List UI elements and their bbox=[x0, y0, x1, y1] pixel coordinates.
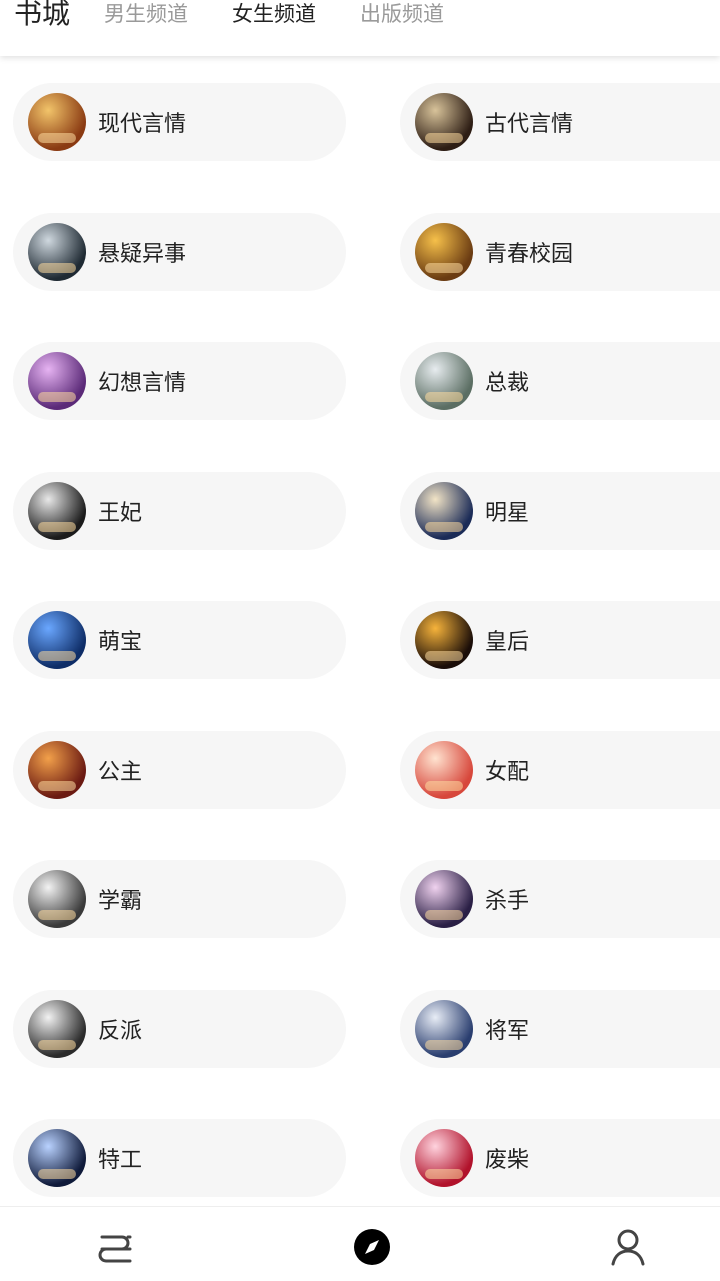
profile-icon[interactable] bbox=[606, 1225, 650, 1269]
book-cover-thumbnail bbox=[28, 1129, 86, 1187]
category-card[interactable]: 悬疑异事 bbox=[13, 212, 346, 291]
book-cover-thumbnail bbox=[415, 352, 473, 410]
book-cover-thumbnail bbox=[28, 740, 86, 799]
category-card[interactable]: 反派 bbox=[13, 989, 346, 1068]
category-label: 现代言情 bbox=[98, 112, 187, 137]
category-label: 王妃 bbox=[98, 500, 143, 526]
category-card[interactable]: 公主 bbox=[13, 730, 346, 809]
book-cover-thumbnail bbox=[28, 93, 86, 151]
category-card[interactable]: 幻想言情 bbox=[13, 342, 346, 420]
bottom-navigation bbox=[0, 1206, 720, 1281]
category-label: 悬疑异事 bbox=[98, 241, 187, 267]
category-card[interactable]: 王妃 bbox=[13, 471, 346, 550]
category-card[interactable]: 杀手 bbox=[400, 860, 720, 938]
category-card[interactable]: 古代言情 bbox=[400, 83, 720, 161]
category-label: 杀手 bbox=[485, 889, 530, 914]
category-card[interactable]: 现代言情 bbox=[13, 83, 346, 161]
book-cover-thumbnail bbox=[415, 999, 473, 1058]
category-label: 古代言情 bbox=[485, 112, 574, 137]
category-card[interactable]: 萌宝 bbox=[13, 601, 346, 679]
category-label: 萌宝 bbox=[98, 630, 143, 655]
book-cover-thumbnail bbox=[28, 222, 86, 281]
category-label: 将军 bbox=[485, 1018, 530, 1044]
discover-compass-icon[interactable] bbox=[350, 1225, 394, 1269]
book-cover-thumbnail bbox=[28, 611, 86, 669]
book-cover-thumbnail bbox=[415, 222, 473, 281]
category-label: 总裁 bbox=[485, 371, 530, 396]
tab-publish-channel[interactable]: 出版频道 bbox=[360, 0, 444, 32]
category-card[interactable]: 女配 bbox=[400, 730, 720, 809]
category-card[interactable]: 废柴 bbox=[400, 1119, 720, 1197]
tab-female-channel[interactable]: 女生频道 bbox=[232, 0, 316, 32]
book-cover-thumbnail bbox=[415, 740, 473, 799]
book-cover-thumbnail bbox=[28, 481, 86, 540]
category-card[interactable]: 将军 bbox=[400, 989, 720, 1068]
book-cover-thumbnail bbox=[415, 93, 473, 151]
category-card[interactable]: 皇后 bbox=[400, 601, 720, 679]
category-label: 废柴 bbox=[485, 1148, 530, 1173]
book-cover-thumbnail bbox=[415, 870, 473, 928]
category-card[interactable]: 特工 bbox=[13, 1119, 346, 1197]
category-label: 青春校园 bbox=[485, 241, 574, 267]
category-label: 皇后 bbox=[485, 630, 530, 655]
tab-male-channel[interactable]: 男生频道 bbox=[104, 0, 188, 32]
book-cover-thumbnail bbox=[415, 1129, 473, 1187]
category-card[interactable]: 总裁 bbox=[400, 342, 720, 420]
category-label: 幻想言情 bbox=[98, 371, 187, 396]
category-grid: 现代言情 古代言情悬疑异事 青春校园幻想言情 总裁王妃 明星萌宝 皇后公主 女配学霸 杀手反派… bbox=[0, 56, 720, 1206]
category-label: 明星 bbox=[485, 500, 530, 526]
book-cover-thumbnail bbox=[28, 352, 86, 410]
bookshelf-icon[interactable] bbox=[94, 1225, 138, 1269]
category-card[interactable]: 青春校园 bbox=[400, 212, 720, 291]
category-label: 反派 bbox=[98, 1018, 143, 1044]
category-card[interactable]: 学霸 bbox=[13, 860, 346, 938]
book-cover-thumbnail bbox=[28, 999, 86, 1058]
category-label: 特工 bbox=[98, 1148, 143, 1173]
bookstore-title: 书城 bbox=[14, 0, 71, 30]
top-bar: 书城 男生频道 女生频道 出版频道 bbox=[0, 0, 720, 56]
book-cover-thumbnail bbox=[415, 611, 473, 669]
category-label: 学霸 bbox=[98, 889, 143, 914]
category-card[interactable]: 明星 bbox=[400, 471, 720, 550]
category-label: 公主 bbox=[98, 759, 143, 785]
book-cover-thumbnail bbox=[415, 481, 473, 540]
book-cover-thumbnail bbox=[28, 870, 86, 928]
category-label: 女配 bbox=[485, 759, 530, 785]
